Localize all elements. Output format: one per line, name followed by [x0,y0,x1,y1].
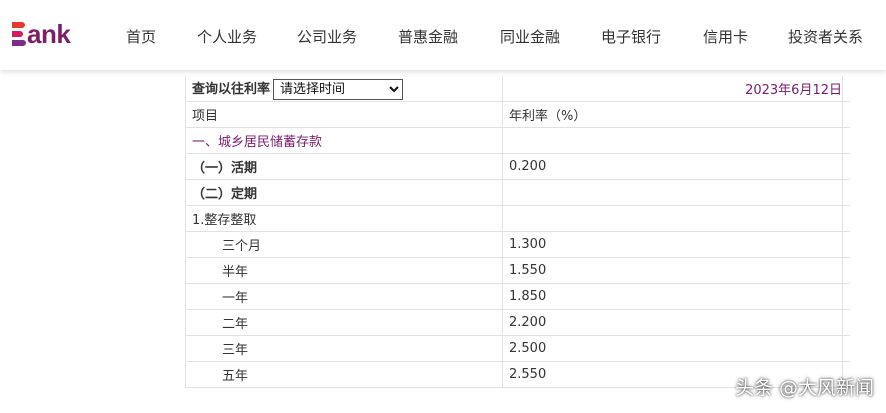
term-label: 二年 [186,309,503,336]
table-row: 三年 2.500 [186,335,850,362]
nav-interbank[interactable]: 同业金融 [500,27,560,47]
rate-table: 查询以往利率 请选择时间 2023年6月12日 项目 年利率（%） 一、城乡居民储… [186,76,850,388]
table-row: 1.整存整取 [186,205,850,232]
nav-corporate[interactable]: 公司业务 [297,27,357,47]
bank-logo-icon [12,22,26,46]
table-row: 半年 1.550 [186,257,850,284]
fixed-deposit-label: （二）定期 [186,179,503,206]
query-label: 查询以往利率 [192,81,271,97]
site-header: ank 首页 个人业务 公司业务 普惠金融 同业金融 电子银行 信用卡 投资者关… [0,0,886,70]
nav-home[interactable]: 首页 [126,27,156,47]
rate-table-container: 查询以往利率 请选择时间 2023年6月12日 项目 年利率（%） 一、城乡居民储… [185,76,850,388]
section-title: 一、城乡居民储蓄存款 [186,127,503,154]
term-rate: 2.200 [502,309,850,336]
term-label: 半年 [186,257,503,284]
column-header-item: 项目 [186,101,503,128]
query-row: 查询以往利率 请选择时间 2023年6月12日 [186,76,850,102]
term-rate: 1.850 [502,283,850,310]
table-row: （二）定期 [186,179,850,206]
logo-text: ank [27,19,71,49]
term-label: 三年 [186,335,503,362]
empty-cell [502,205,850,232]
rate-date: 2023年6月12日 [502,76,850,102]
term-label: 五年 [186,361,503,388]
subsection-title: 1.整存整取 [186,205,503,232]
table-row: 一年 1.850 [186,283,850,310]
query-cell: 查询以往利率 请选择时间 [186,76,503,102]
term-label: 一年 [186,283,503,310]
nav-inclusive-finance[interactable]: 普惠金融 [398,27,458,47]
table-header-row: 项目 年利率（%） [186,101,850,128]
table-row: 一、城乡居民储蓄存款 [186,127,850,154]
demand-deposit-label: （一）活期 [186,153,503,180]
empty-cell [502,127,850,154]
term-rate: 2.500 [502,335,850,362]
empty-cell [502,179,850,206]
column-header-rate: 年利率（%） [502,101,850,128]
nav-personal[interactable]: 个人业务 [197,27,257,47]
history-date-select[interactable]: 请选择时间 [273,78,404,100]
table-row: 三个月 1.300 [186,231,850,258]
table-row: 二年 2.200 [186,309,850,336]
term-rate: 1.300 [502,231,850,258]
demand-deposit-rate: 0.200 [502,153,850,180]
watermark: 头条 @大风新闻 [734,377,874,399]
bank-logo[interactable]: ank [12,16,71,52]
nav-e-banking[interactable]: 电子银行 [601,27,661,47]
nav-credit-card[interactable]: 信用卡 [703,27,748,47]
table-row: （一）活期 0.200 [186,153,850,180]
term-rate: 1.550 [502,257,850,284]
nav-investor-relations[interactable]: 投资者关系 [788,27,863,47]
term-label: 三个月 [186,231,503,258]
